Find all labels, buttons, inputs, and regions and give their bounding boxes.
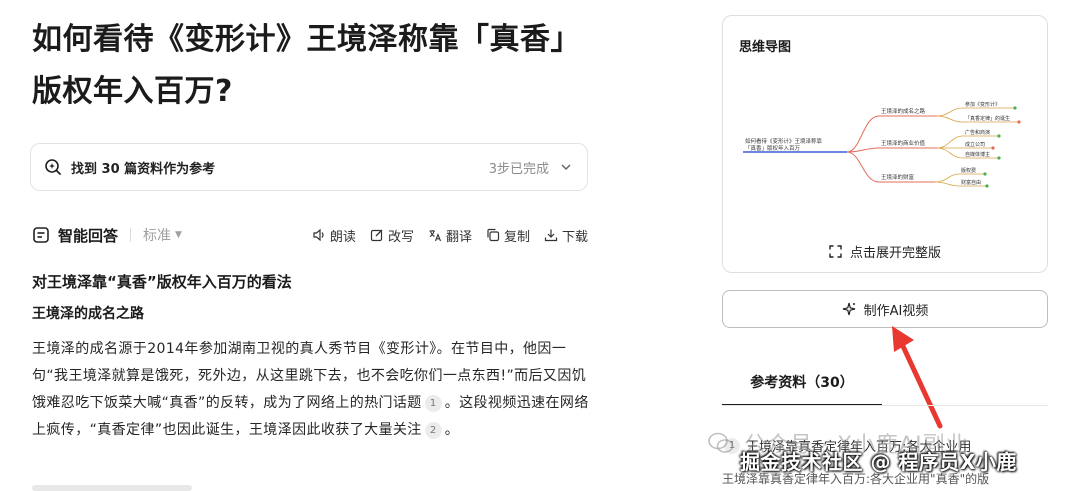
site-watermark: 掘金技术社区 @ 程序员X小鹿 [740,450,1017,474]
mindmap-leaf-label: 成立公司 [965,141,985,148]
read-aloud-button[interactable]: 朗读 [312,226,356,245]
chevron-down-icon[interactable] [559,160,573,174]
mindmap-leaf-label: 财富自由 [961,179,981,186]
red-arrow-annotation [892,326,943,429]
steps-status: 3步已完成 [488,161,549,177]
sparkle-icon [842,302,855,316]
citation-badge[interactable]: 1 [424,395,442,412]
search-sparkle-icon [43,157,63,177]
caret-down-icon: ▼ [175,230,182,240]
smart-answer-title: 智能回答 [58,226,119,245]
copy-button[interactable]: 复制 [486,226,530,245]
citation-badge[interactable]: 2 [424,422,442,439]
mindmap-card[interactable]: 思维导图 如何看待《变形计》王境泽称靠 「真香」版权年入百万 王境泽的成名之路 … [722,15,1048,273]
expand-mindmap-label: 点击展开完整版 [849,245,941,261]
tab-references[interactable]: 参考资料（30） [722,360,882,406]
mindmap-root-line2: 「真香」版权年入百万 [745,144,801,152]
mode-label: 标准 [143,228,172,244]
translate-label: 翻译 [445,229,472,245]
mode-select[interactable]: 标准 ▼ [143,225,182,245]
mindmap-branch-label: 王境泽的商业价值 [881,139,926,147]
speaker-icon [313,228,324,242]
read-aloud-label: 朗读 [329,229,356,245]
download-icon [544,229,558,242]
edit-icon [370,229,383,242]
answer-toolbar: 智能回答 标准 ▼ 朗读 改写 翻译 复制 下载 [32,222,588,248]
translate-button[interactable]: 翻译 [428,226,472,245]
mindmap-leaf-label: 自媒体博主 [965,151,990,158]
translate-icon [429,230,441,242]
rewrite-button[interactable]: 改写 [370,226,414,245]
divider [130,228,132,242]
answer-paragraph: 王境泽的成名源于2014年参加湖南卫视的真人秀节目《变形计》。在节目中，他因一句… [32,336,590,444]
answer-actions: 朗读 改写 翻译 复制 下载 [312,226,588,245]
tab-divider [722,405,1048,406]
mindmap-leaf-label: 广告和商演 [965,129,990,136]
mindmap-leaf-label: 参加《变形计》 [965,101,1000,108]
mindmap-leaf-label: 版权费 [961,167,976,174]
expand-icon [829,244,842,258]
make-ai-video-label: 制作AI视频 [863,303,929,319]
rewrite-label: 改写 [387,229,414,245]
references-summary-label: 找到 30 篇资料作为参考 [71,161,216,177]
mindmap-branch-label: 王境泽的成名之路 [881,107,926,115]
download-button[interactable]: 下载 [544,226,588,245]
mindmap-leaf-label: 「真香定律」的诞生 [965,115,1010,122]
answer-heading: 对王境泽靠“真香”版权年入百万的看法 [32,273,292,291]
download-label: 下载 [561,229,588,245]
page-title: 如何看待《变形计》王境泽称靠「真香」版权年入百万? [32,22,581,109]
references-summary-bar[interactable]: 找到 30 篇资料作为参考 3步已完成 [30,143,588,191]
answer-subheading: 王境泽的成名之路 [32,306,144,322]
paragraph-text: 。 [444,422,460,438]
wechat-icon [708,432,734,453]
copy-icon [487,228,500,242]
expand-mindmap-button[interactable]: 点击展开完整版 [723,230,1047,272]
copy-label: 复制 [503,229,530,245]
truncated-text-line [32,485,192,491]
mindmap-root-line1: 如何看待《变形计》王境泽称靠 [745,137,823,145]
mindmap-branch-label: 王境泽的财富 [881,173,915,181]
chat-answer-icon [33,227,49,243]
